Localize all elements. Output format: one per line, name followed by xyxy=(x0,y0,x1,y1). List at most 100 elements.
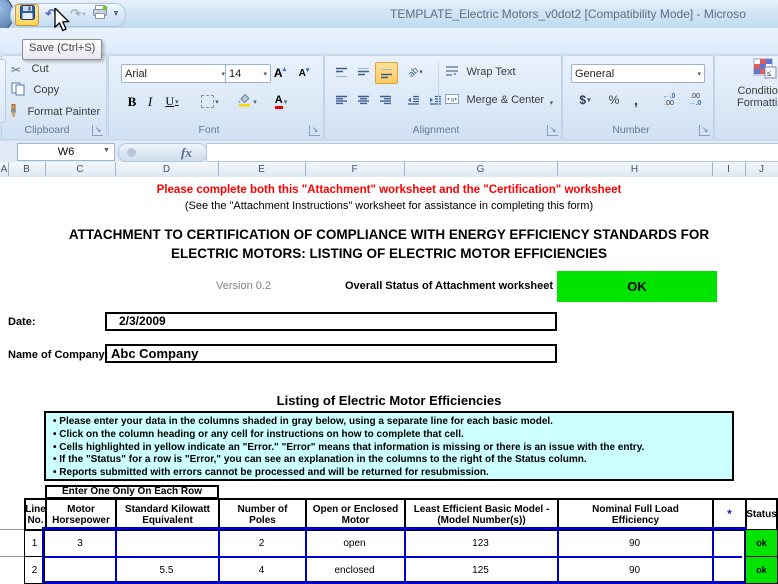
clipboard-dialog-launcher[interactable]: ↘ xyxy=(92,125,103,136)
cell-efficiency-2[interactable]: 90 xyxy=(558,557,711,583)
font-name-select[interactable]: Arial▾ xyxy=(121,64,229,83)
column-header-c[interactable]: C xyxy=(45,162,116,176)
alignment-dialog-launcher[interactable]: ↘ xyxy=(547,125,558,136)
align-right-button[interactable] xyxy=(375,90,396,110)
cell-star-2[interactable] xyxy=(713,557,744,583)
cell-status-1[interactable]: ok xyxy=(745,529,778,557)
cell-enclosure-2[interactable]: enclosed xyxy=(306,557,403,583)
font-color-dropdown-icon[interactable]: ▾ xyxy=(284,98,288,106)
font-size-dropdown-icon: ▾ xyxy=(263,70,267,78)
cut-button[interactable]: ✂ Cut xyxy=(11,61,49,79)
gridline-stub xyxy=(0,529,24,530)
orientation-button[interactable]: ab▾ xyxy=(401,62,430,82)
currency-dropdown-icon[interactable]: ▾ xyxy=(587,96,591,104)
format-painter-icon xyxy=(8,104,20,123)
table-span-header[interactable]: Enter One Only On Each Row xyxy=(45,485,219,499)
font-color-icon: A xyxy=(275,95,283,109)
cell-line-2[interactable]: 2 xyxy=(24,556,45,584)
align-left-button[interactable] xyxy=(331,90,352,110)
column-header-g[interactable]: G xyxy=(404,162,558,176)
save-button[interactable] xyxy=(15,4,39,26)
print-icon xyxy=(92,5,108,23)
increase-decimal-button[interactable]: ←.0.00 xyxy=(657,90,681,110)
insert-function-button[interactable]: fx xyxy=(118,143,207,162)
sub-notice: (See the "Attachment Instructions" works… xyxy=(0,200,778,212)
formula-input[interactable] xyxy=(206,143,778,162)
paste-button[interactable]: Paste xyxy=(0,59,6,123)
cell-model-1[interactable]: 123 xyxy=(405,530,556,556)
number-format-select[interactable]: General▾ xyxy=(571,64,705,83)
percent-label: % xyxy=(609,93,620,107)
main-title-line2: ELECTRIC MOTORS: LISTING OF ELECTRIC MOT… xyxy=(0,246,778,261)
column-header-b[interactable]: B xyxy=(8,162,46,176)
wrap-text-button[interactable]: Wrap Text xyxy=(445,64,516,82)
overall-status-cell[interactable]: OK xyxy=(557,271,717,302)
column-header-e[interactable]: E xyxy=(218,162,306,176)
number-dialog-launcher[interactable]: ↘ xyxy=(699,125,710,136)
qat-customize-button[interactable]: ▾ xyxy=(110,5,122,23)
font-group: Arial▾ 14▾ A▴ A▾ B I U▾ ▾ ▾ A▾ xyxy=(108,55,324,140)
borders-button[interactable]: ▾ xyxy=(195,92,225,111)
cell-hp-2[interactable] xyxy=(46,557,114,583)
ribbon: Paste ✂ Cut Copy Format Painter Clipboar… xyxy=(0,53,778,142)
cell-poles-2[interactable]: 4 xyxy=(219,557,304,583)
conditional-formatting-label-1: Conditional xyxy=(737,85,778,97)
print-button[interactable] xyxy=(90,5,110,23)
underline-button[interactable]: U▾ xyxy=(159,92,185,111)
percent-button[interactable]: % xyxy=(603,90,625,110)
borders-dropdown-icon[interactable]: ▾ xyxy=(215,98,219,106)
cell-kw-1[interactable] xyxy=(116,530,217,556)
shrink-font-button[interactable]: A▾ xyxy=(293,63,315,82)
align-center-button[interactable] xyxy=(353,90,374,110)
column-header-f[interactable]: F xyxy=(305,162,405,176)
merge-center-button[interactable]: a Merge & Center ▾ xyxy=(445,92,553,110)
instruction-line: • Reports submitted with errors cannot b… xyxy=(53,467,732,480)
cut-icon: ✂ xyxy=(11,63,21,77)
cell-status-2[interactable]: ok xyxy=(745,556,778,584)
column-header-h[interactable]: H xyxy=(557,162,713,176)
column-header-i[interactable]: I xyxy=(712,162,746,176)
date-cell[interactable]: 2/3/2009 xyxy=(105,312,557,331)
comma-button[interactable]: , xyxy=(627,90,645,110)
font-size-select[interactable]: 14 ▾ xyxy=(225,64,271,83)
cell-poles-1[interactable]: 2 xyxy=(219,530,304,556)
cell-model-2[interactable]: 125 xyxy=(405,557,556,583)
font-dialog-launcher[interactable]: ↘ xyxy=(309,125,320,136)
format-painter-button[interactable]: Format Painter xyxy=(8,104,100,123)
column-header-d[interactable]: D xyxy=(115,162,219,176)
worksheet[interactable]: Please complete both this "Attachment" w… xyxy=(0,177,778,584)
grow-font-button[interactable]: A▴ xyxy=(269,63,291,82)
decrease-indent-button[interactable] xyxy=(403,90,424,110)
font-color-button[interactable]: A▾ xyxy=(265,92,297,111)
align-top-button[interactable] xyxy=(331,62,352,82)
align-middle-button[interactable] xyxy=(353,62,374,82)
name-box-dropdown-icon[interactable]: ▼ xyxy=(100,144,113,158)
overall-status-label: Overall Status of Attachment worksheet xyxy=(295,280,553,292)
wrap-text-label: Wrap Text xyxy=(466,66,515,78)
fill-color-dropdown-icon[interactable]: ▾ xyxy=(253,98,257,106)
cell-enclosure-1[interactable]: open xyxy=(306,530,403,556)
merge-center-dropdown-icon[interactable]: ▾ xyxy=(550,100,554,107)
cell-hp-1[interactable]: 3 xyxy=(46,530,114,556)
bold-label: B xyxy=(128,94,137,110)
header-status[interactable]: Status xyxy=(745,498,778,531)
italic-button[interactable]: I xyxy=(142,92,158,111)
company-cell[interactable]: Abc Company xyxy=(105,344,557,363)
decrease-decimal-button[interactable]: .00→.0 xyxy=(683,90,707,110)
currency-button[interactable]: $▾ xyxy=(571,90,599,110)
increase-indent-button[interactable] xyxy=(425,90,446,110)
instruction-line: • Please enter your data in the columns … xyxy=(53,416,732,429)
align-bottom-button[interactable] xyxy=(375,62,398,84)
underline-dropdown-icon[interactable]: ▾ xyxy=(175,98,179,106)
copy-button[interactable]: Copy xyxy=(11,82,59,101)
font-size-value: 14 xyxy=(229,68,241,80)
cell-kw-2[interactable]: 5.5 xyxy=(116,557,217,583)
cell-efficiency-1[interactable]: 90 xyxy=(558,530,711,556)
column-header-j[interactable]: J xyxy=(745,162,778,176)
fill-color-button[interactable]: ▾ xyxy=(231,92,263,111)
bold-button[interactable]: B xyxy=(123,92,141,111)
conditional-formatting-button[interactable]: ≤ Conditional Formatting ▾ xyxy=(737,58,778,111)
align-bottom-icon xyxy=(380,68,393,79)
cell-line-1[interactable]: 1 xyxy=(24,529,45,557)
cell-star-1[interactable] xyxy=(713,530,744,556)
